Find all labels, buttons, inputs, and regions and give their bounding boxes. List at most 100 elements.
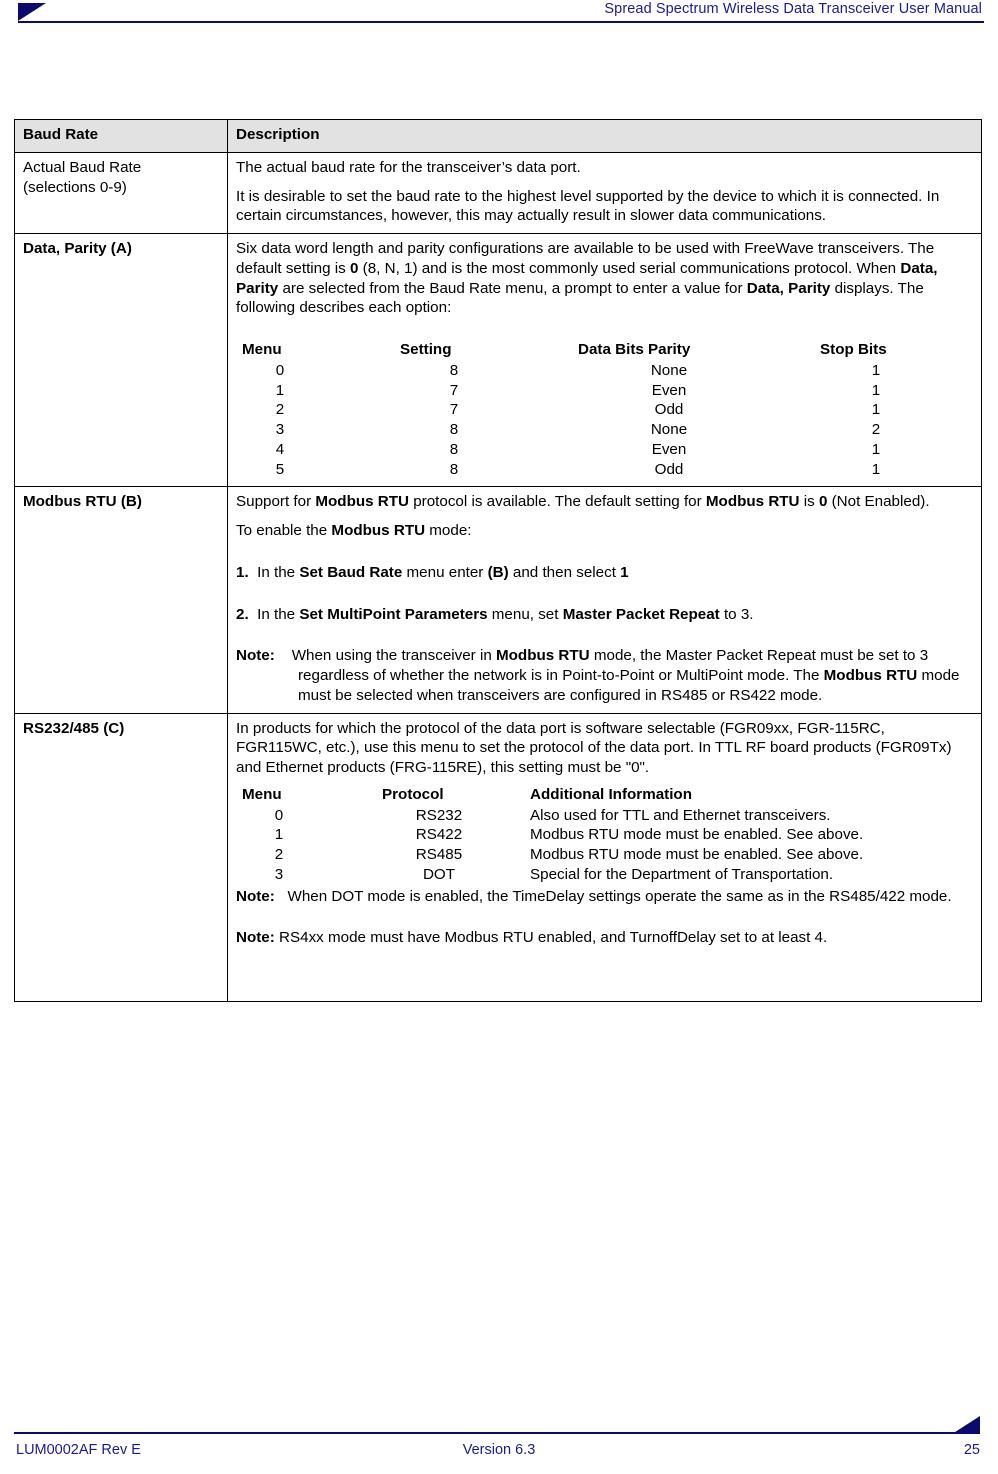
document-title: Spread Spectrum Wireless Data Transceive… <box>604 1 982 17</box>
text-fragment: When using the transceiver in <box>291 647 496 665</box>
parity-col-menu: Menu <box>242 341 282 358</box>
protocol-cell-info: Modbus RTU mode must be enabled. See abo… <box>530 826 864 844</box>
text-fragment: to 3. <box>719 605 754 623</box>
parity-row: 2 7 Odd 1 <box>236 400 972 420</box>
row-label-modbus-rtu: Modbus RTU (B) <box>14 486 228 714</box>
parity-cell-menu: 1 <box>275 381 285 399</box>
text-fragment: In the <box>257 563 300 581</box>
text-fragment: (8, N, 1) and is the most commonly used … <box>358 259 901 277</box>
protocol-col-menu: Menu <box>242 785 282 803</box>
page-footer: LUM0002AF Rev E Version 6.3 25 <box>0 1416 998 1474</box>
text-fragment: Support for <box>236 493 316 511</box>
text-fragment: and then select <box>508 563 621 581</box>
protocol-cell-protocol: RS422 <box>415 826 463 844</box>
footer-divider <box>14 1432 980 1434</box>
parity-header-row: Menu Setting Data Bits Parity Stop Bits <box>236 340 972 361</box>
protocol-row: 1 RS422 Modbus RTU mode must be enabled.… <box>236 825 998 845</box>
parity-cell-menu: 4 <box>275 440 285 458</box>
parity-cell-databits: Even <box>651 440 687 458</box>
table-head: Baud Rate Description <box>14 119 982 153</box>
bold-data-parity: Data, Parity <box>746 279 831 297</box>
protocol-cell-info: Modbus RTU mode must be enabled. See abo… <box>530 846 864 863</box>
bold-option-b: (B) <box>487 563 509 581</box>
column-header-baud-rate: Baud Rate <box>14 119 228 153</box>
paragraph: Six data word length and parity configur… <box>236 239 973 318</box>
row-label-data-parity: Data, Parity (A) <box>14 232 228 488</box>
parity-cell-menu: 3 <box>275 421 285 438</box>
bold-modbus-rtu: Modbus RTU <box>331 522 426 539</box>
table-header-row: Baud Rate Description <box>14 119 982 153</box>
note-label: Note: <box>236 887 275 905</box>
row-label-rs232-485: RS232/485 (C) <box>14 712 228 1002</box>
table-row: Data, Parity (A) Six data word length an… <box>14 232 982 488</box>
parity-cell-menu: 0 <box>275 361 285 379</box>
parity-cell-setting: 8 <box>449 361 459 379</box>
document-version: Version 6.3 <box>462 1442 536 1458</box>
parity-cell-menu: 2 <box>275 401 285 419</box>
bold-modbus-rtu: Modbus RTU <box>705 493 800 511</box>
row-label-line2: (selections 0-9) <box>23 178 127 196</box>
protocol-col-protocol: Protocol <box>382 785 444 803</box>
row-description-rs232-485: In products for which the protocol of th… <box>227 712 982 1002</box>
paragraph: In products for which the protocol of th… <box>236 719 952 777</box>
page-number: 25 <box>963 1442 980 1458</box>
bold-set-baud-rate: Set Baud Rate <box>299 563 403 581</box>
parity-cell-databits: Even <box>651 381 687 399</box>
parity-cell-setting: 7 <box>449 381 459 399</box>
protocol-cell-protocol: RS232 <box>415 806 463 824</box>
protocol-cell-protocol: RS485 <box>415 846 463 863</box>
protocol-row: 0 RS232 Also used for TTL and Ethernet t… <box>236 806 998 826</box>
parity-cell-setting: 8 <box>449 421 459 438</box>
parity-cell-setting: 8 <box>449 460 459 478</box>
text-fragment: menu enter <box>402 563 488 581</box>
protocol-cell-menu: 1 <box>274 826 284 844</box>
bold-modbus-rtu: Modbus RTU <box>823 667 918 684</box>
note-label: Note: <box>236 929 275 947</box>
header-triangle-icon <box>18 3 46 21</box>
paragraph: To enable the Modbus RTU mode: <box>236 521 973 541</box>
note-block-dot: Note: When DOT mode is enabled, the Time… <box>236 887 973 907</box>
step-number: 1. <box>236 563 249 581</box>
baud-rate-settings-table: Baud Rate Description Actual Baud Rate (… <box>14 119 982 1002</box>
row-label-actual-baud-rate: Actual Baud Rate (selections 0-9) <box>14 151 228 235</box>
text-fragment: (Not Enabled). <box>827 493 930 511</box>
numbered-step-1: 1. In the Set Baud Rate menu enter (B) a… <box>236 563 973 583</box>
bold-set-multipoint-parameters: Set MultiPoint Parameters <box>299 605 488 623</box>
paragraph: The actual baud rate for the transceiver… <box>236 158 581 176</box>
parity-cell-stopbits: 1 <box>871 440 881 458</box>
text-fragment: In the <box>257 605 300 623</box>
parity-cell-databits: Odd <box>654 401 684 419</box>
protocol-cell-menu: 0 <box>274 806 284 824</box>
note-block: Note: When using the transceiver in Modb… <box>236 646 973 705</box>
table-row: Modbus RTU (B) Support for Modbus RTU pr… <box>14 486 982 714</box>
page-header: Spread Spectrum Wireless Data Transceive… <box>0 0 998 30</box>
bold-modbus-rtu: Modbus RTU <box>496 647 590 665</box>
parity-cell-stopbits: 1 <box>871 381 881 399</box>
note-block-rs4xx: Note: RS4xx mode must have Modbus RTU en… <box>236 928 973 948</box>
row-label-line1: RS232/485 (C) <box>23 719 125 737</box>
text-fragment: menu, set <box>487 605 563 623</box>
row-description-modbus-rtu: Support for Modbus RTU protocol is avail… <box>227 486 982 714</box>
parity-cell-databits: Odd <box>654 460 684 478</box>
protocol-cell-info: Special for the Department of Transporta… <box>530 865 834 883</box>
paragraph: It is desirable to set the baud rate to … <box>236 187 940 225</box>
numbered-step-2: 2. In the Set MultiPoint Parameters menu… <box>236 605 973 625</box>
parity-row: 1 7 Even 1 <box>236 381 972 401</box>
text-fragment: are selected from the Baud Rate menu, a … <box>278 279 747 297</box>
protocol-options-table: Menu Protocol Additional Information 0 R… <box>236 785 998 885</box>
bold-modbus-rtu: Modbus RTU <box>315 493 409 511</box>
parity-cell-databits: None <box>650 361 688 379</box>
text-fragment: To enable the <box>236 522 332 539</box>
table-body: Actual Baud Rate (selections 0-9) The ac… <box>14 151 982 1002</box>
protocol-cell-protocol: DOT <box>422 865 456 883</box>
row-label-line1: Actual Baud Rate <box>23 158 142 176</box>
parity-row: 0 8 None 1 <box>236 361 972 381</box>
text-fragment: is <box>799 493 819 511</box>
table-row: RS232/485 (C) In products for which the … <box>14 712 982 1002</box>
bold-select-value: 1 <box>620 563 629 581</box>
protocol-cell-info: Also used for TTL and Ethernet transceiv… <box>530 806 831 824</box>
table-row: Actual Baud Rate (selections 0-9) The ac… <box>14 151 982 235</box>
parity-col-databits: Data Bits Parity <box>578 341 691 358</box>
note-label: Note: <box>236 647 275 665</box>
protocol-cell-menu: 2 <box>274 846 284 863</box>
